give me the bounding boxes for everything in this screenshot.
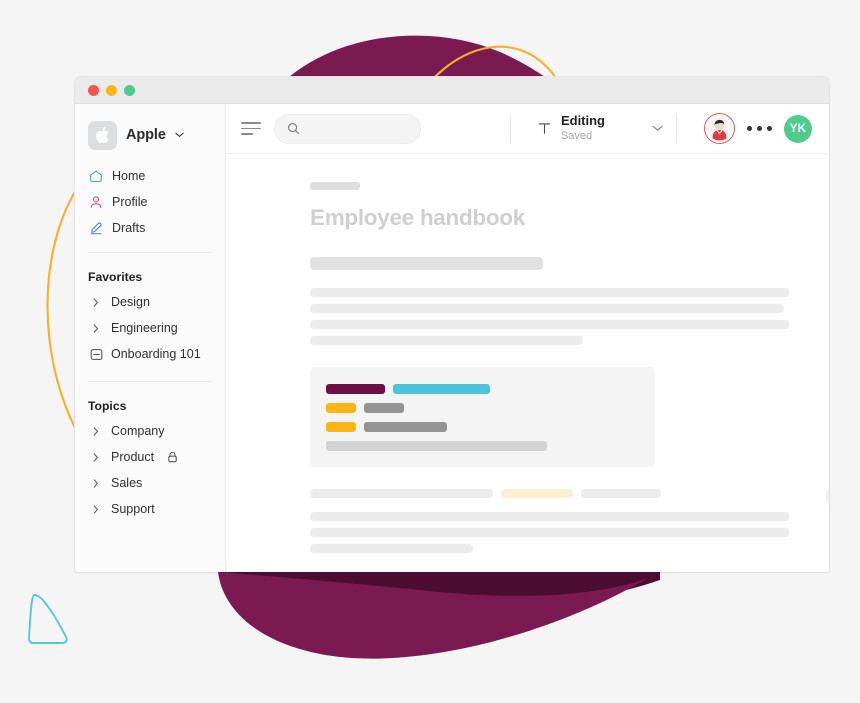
chevron-right-icon[interactable] bbox=[89, 452, 103, 462]
sidebar-item-label: Design bbox=[111, 295, 150, 309]
toolbar: Editing Saved YK bbox=[226, 104, 829, 154]
search-input[interactable] bbox=[308, 121, 408, 136]
workspace-switcher[interactable]: Apple bbox=[75, 118, 225, 152]
home-icon bbox=[88, 169, 103, 184]
person-icon bbox=[88, 195, 103, 210]
pencil-icon bbox=[88, 221, 103, 236]
lead-paragraph-placeholder bbox=[310, 257, 543, 270]
chevron-down-icon[interactable] bbox=[614, 125, 663, 132]
paragraph-block-2 bbox=[310, 483, 829, 553]
save-status: Saved bbox=[560, 130, 593, 143]
text-line bbox=[310, 288, 789, 297]
sidebar-item-label: Home bbox=[112, 169, 146, 183]
comment-author-avatar[interactable] bbox=[826, 483, 829, 510]
sidebar-item-profile[interactable]: Profile bbox=[75, 189, 225, 215]
card-bar-cyan bbox=[393, 384, 490, 394]
main-panel: Editing Saved YK Employee handbook bbox=[226, 104, 829, 572]
text-format-icon bbox=[538, 123, 551, 134]
editing-mode-label: Editing bbox=[560, 113, 605, 129]
sidebar-item-sales[interactable]: Sales bbox=[75, 470, 225, 496]
card-row bbox=[326, 403, 639, 413]
search-icon bbox=[287, 122, 300, 135]
sidebar-item-design[interactable]: Design bbox=[75, 289, 225, 315]
app-window: Apple Home Profile Drafts Favorites Desi… bbox=[74, 76, 830, 573]
text-line bbox=[310, 304, 785, 313]
sidebar-item-label: Profile bbox=[112, 195, 148, 209]
screenshot-canvas: Apple Home Profile Drafts Favorites Desi… bbox=[0, 0, 860, 703]
cyan-triangle bbox=[28, 594, 68, 644]
card-bar-light bbox=[326, 441, 547, 451]
user-avatar[interactable]: YK bbox=[784, 114, 812, 143]
close-button[interactable] bbox=[88, 84, 99, 96]
minimize-button[interactable] bbox=[106, 84, 117, 96]
document-canvas[interactable]: Employee handbook bbox=[226, 154, 829, 572]
collaborator-avatar[interactable] bbox=[704, 113, 735, 144]
more-options-icon[interactable] bbox=[747, 126, 772, 131]
card-row bbox=[326, 384, 639, 394]
sidebar-item-label: Product bbox=[111, 450, 155, 464]
sidebar-item-onboarding-101[interactable]: Onboarding 101 bbox=[75, 341, 225, 367]
chevron-right-icon[interactable] bbox=[89, 297, 103, 307]
text-line-with-highlight bbox=[310, 489, 789, 505]
document-eyebrow-placeholder bbox=[310, 182, 360, 190]
card-bar-amber bbox=[326, 403, 356, 413]
topics-heading: Topics bbox=[88, 399, 127, 413]
editing-mode-selector[interactable]: Editing Saved bbox=[524, 113, 663, 143]
chevron-right-icon[interactable] bbox=[89, 504, 103, 514]
favorites-heading: Favorites bbox=[88, 270, 143, 284]
card-row bbox=[326, 422, 639, 432]
highlighted-text-segment[interactable] bbox=[501, 489, 573, 498]
card-bar-maroon bbox=[326, 384, 385, 394]
sidebar-divider-1 bbox=[88, 252, 212, 253]
apple-logo-icon bbox=[88, 120, 117, 150]
sidebar-item-label: Drafts bbox=[112, 221, 146, 235]
text-line bbox=[310, 320, 789, 329]
maroon-blob-bottom bbox=[218, 572, 648, 659]
sidebar-item-label: Sales bbox=[111, 476, 143, 490]
text-line bbox=[310, 544, 473, 553]
note-icon bbox=[89, 348, 103, 361]
card-bar-gray bbox=[364, 403, 404, 413]
toolbar-divider-1 bbox=[509, 114, 511, 143]
sidebar-item-label: Support bbox=[111, 502, 155, 516]
card-bar-amber bbox=[326, 422, 356, 432]
window-titlebar bbox=[75, 77, 829, 104]
text-line bbox=[310, 512, 789, 521]
sidebar-item-support[interactable]: Support bbox=[75, 496, 225, 522]
sidebar-item-label: Onboarding 101 bbox=[111, 347, 201, 361]
chevron-right-icon[interactable] bbox=[89, 323, 103, 333]
sidebar-item-label: Company bbox=[111, 424, 165, 438]
text-segment bbox=[581, 489, 661, 498]
text-line bbox=[310, 528, 789, 537]
lock-icon bbox=[167, 451, 178, 463]
chevron-right-icon[interactable] bbox=[89, 478, 103, 488]
card-row bbox=[326, 441, 639, 451]
highlight-card[interactable] bbox=[310, 367, 655, 467]
hamburger-menu-icon[interactable] bbox=[241, 122, 261, 135]
workspace-name: Apple bbox=[126, 127, 166, 143]
orange-arc-left bbox=[46, 189, 77, 431]
sidebar-item-home[interactable]: Home bbox=[75, 163, 225, 189]
search-bar[interactable] bbox=[274, 113, 421, 144]
collaborators-group: YK bbox=[690, 113, 812, 144]
document-title[interactable]: Employee handbook bbox=[310, 205, 789, 231]
paragraph-block-1 bbox=[310, 288, 789, 345]
sidebar-item-label: Engineering bbox=[111, 321, 178, 335]
toolbar-divider-2 bbox=[676, 114, 677, 143]
text-segment bbox=[310, 489, 493, 498]
sidebar-item-company[interactable]: Company bbox=[75, 418, 225, 444]
sidebar-item-drafts[interactable]: Drafts bbox=[75, 215, 225, 241]
chevron-down-icon bbox=[175, 132, 184, 138]
sidebar-item-engineering[interactable]: Engineering bbox=[75, 315, 225, 341]
maroon-blob-bottom-dark bbox=[218, 572, 660, 616]
zoom-button[interactable] bbox=[124, 84, 135, 96]
sidebar-item-product[interactable]: Product bbox=[75, 444, 225, 470]
card-bar-gray bbox=[364, 422, 447, 432]
primary-nav: Home Profile Drafts bbox=[75, 163, 225, 241]
sidebar: Apple Home Profile Drafts Favorites Desi… bbox=[75, 104, 226, 572]
sidebar-divider-2 bbox=[88, 381, 212, 382]
chevron-right-icon[interactable] bbox=[89, 426, 103, 436]
text-line bbox=[310, 336, 584, 345]
